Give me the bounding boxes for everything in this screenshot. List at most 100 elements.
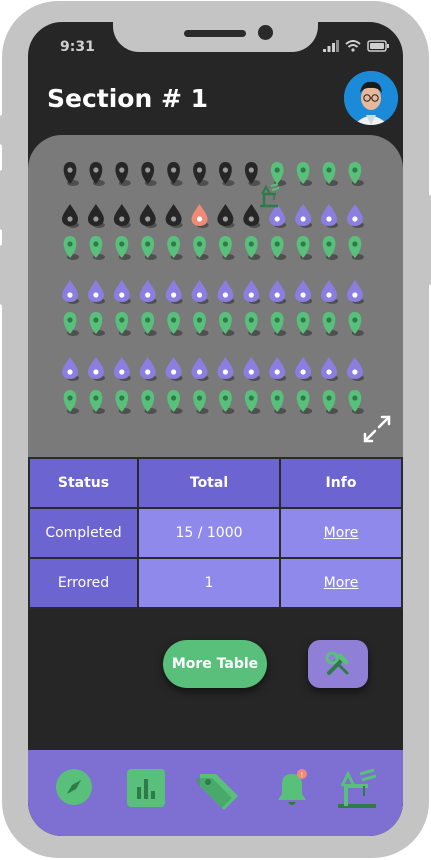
map-pin-icon[interactable]	[348, 162, 364, 186]
header-info: Info	[279, 457, 403, 509]
map-pin-icon[interactable]	[141, 312, 157, 336]
map-drop-icon[interactable]	[87, 357, 105, 381]
map-pin-icon[interactable]	[348, 312, 364, 336]
map-pin-icon[interactable]	[115, 236, 131, 260]
map-drop-icon[interactable]	[113, 280, 131, 304]
nav-compass[interactable]	[55, 768, 93, 810]
nav-construction[interactable]	[334, 768, 380, 814]
map-drop-icon[interactable]	[191, 357, 209, 381]
map-pin-icon[interactable]	[167, 312, 183, 336]
map-pin-icon[interactable]	[322, 236, 338, 260]
nav-notifications[interactable]: !	[272, 768, 312, 814]
status-table: Status Total Info Completed 15 / 1000 Mo…	[28, 457, 403, 609]
map-pin-icon[interactable]	[141, 162, 157, 186]
map-pin-icon[interactable]	[296, 312, 313, 336]
map-pin-icon[interactable]	[115, 312, 131, 336]
map-pin-icon[interactable]	[167, 162, 183, 186]
map-pin-icon[interactable]	[63, 390, 79, 414]
nav-tags[interactable]	[194, 768, 242, 816]
map-drop-icon[interactable]	[243, 357, 261, 381]
map-pin-icon[interactable]	[322, 312, 338, 336]
speaker-slot	[184, 30, 246, 37]
map-pin-icon[interactable]	[296, 236, 313, 260]
map-pin-icon[interactable]	[193, 390, 209, 414]
map-pin-icon[interactable]	[270, 390, 287, 414]
map-pin-icon[interactable]	[141, 390, 157, 414]
map-drop-icon[interactable]	[113, 204, 131, 228]
map-pin-icon[interactable]	[193, 312, 209, 336]
map-drop-icon[interactable]	[295, 357, 313, 381]
more-link[interactable]: More	[324, 525, 359, 541]
map-pin-icon[interactable]	[63, 236, 79, 260]
more-table-button[interactable]: More Table	[163, 640, 267, 688]
map-drop-icon[interactable]	[295, 280, 313, 304]
map-pin-icon[interactable]	[219, 162, 235, 186]
map-pin-icon[interactable]	[63, 312, 79, 336]
map-drop-icon[interactable]	[191, 280, 209, 304]
map-drop-icon[interactable]	[243, 280, 261, 304]
map-drop-icon[interactable]	[62, 204, 79, 228]
map-drop-icon[interactable]	[62, 280, 79, 304]
map-drop-icon[interactable]	[87, 204, 105, 228]
map-drop-icon[interactable]	[87, 280, 105, 304]
map-drop-icon[interactable]	[165, 357, 183, 381]
map-drop-icon[interactable]	[113, 357, 131, 381]
map-pin-icon[interactable]	[115, 390, 131, 414]
map-drop-icon[interactable]	[269, 357, 287, 381]
map-drop-icon[interactable]	[165, 204, 183, 228]
map-pin-icon[interactable]	[322, 390, 338, 414]
map-pin-icon[interactable]	[244, 390, 261, 414]
map-pin-icon[interactable]	[141, 236, 157, 260]
tools-button[interactable]	[308, 640, 368, 688]
side-button	[427, 195, 431, 285]
map-pin-icon[interactable]	[322, 162, 338, 186]
map-drop-icon[interactable]	[269, 280, 287, 304]
map-pin-icon[interactable]	[244, 312, 261, 336]
map-pin-icon[interactable]	[193, 162, 209, 186]
crane-marker-icon[interactable]	[256, 182, 282, 208]
map-pin-icon[interactable]	[219, 390, 235, 414]
phone-screen: 9:31 Section # 1 Status Total Info Compl…	[28, 22, 403, 836]
map-pin-icon[interactable]	[219, 236, 235, 260]
map-drop-icon[interactable]	[139, 280, 157, 304]
tools-icon	[325, 651, 349, 675]
map-pin-icon[interactable]	[270, 236, 287, 260]
map-pin-icon[interactable]	[89, 312, 105, 336]
map-pin-icon[interactable]	[270, 312, 287, 336]
map-pin-icon[interactable]	[296, 162, 313, 186]
map-pin-icon[interactable]	[348, 390, 364, 414]
map-pin-icon[interactable]	[244, 236, 261, 260]
expand-icon[interactable]	[361, 413, 393, 445]
map-drop-icon[interactable]	[321, 280, 338, 304]
map-pin-icon[interactable]	[89, 236, 105, 260]
map-drop-icon[interactable]	[191, 204, 209, 228]
map-drop-icon[interactable]	[139, 357, 157, 381]
map-drop-icon[interactable]	[217, 280, 235, 304]
map-pin-icon[interactable]	[63, 162, 79, 186]
map-pin-icon[interactable]	[89, 162, 105, 186]
map-drop-icon[interactable]	[295, 204, 313, 228]
map-pin-icon[interactable]	[89, 390, 105, 414]
map-pin-icon[interactable]	[296, 390, 313, 414]
status-icons	[323, 40, 389, 52]
map-pin-icon[interactable]	[193, 236, 209, 260]
map-drop-icon[interactable]	[346, 204, 364, 228]
map-drop-icon[interactable]	[321, 204, 338, 228]
map-drop-icon[interactable]	[217, 357, 235, 381]
map-drop-icon[interactable]	[139, 204, 157, 228]
map-drop-icon[interactable]	[217, 204, 235, 228]
avatar[interactable]	[344, 71, 398, 125]
map-drop-icon[interactable]	[346, 280, 364, 304]
map-drop-icon[interactable]	[165, 280, 183, 304]
bottom-nav: !	[28, 750, 403, 836]
more-link[interactable]: More	[324, 575, 359, 591]
map-pin-icon[interactable]	[167, 236, 183, 260]
map-pin-icon[interactable]	[219, 312, 235, 336]
map-drop-icon[interactable]	[346, 357, 364, 381]
map-pin-icon[interactable]	[348, 236, 364, 260]
nav-chart[interactable]	[126, 768, 166, 812]
map-drop-icon[interactable]	[321, 357, 338, 381]
map-pin-icon[interactable]	[115, 162, 131, 186]
map-drop-icon[interactable]	[62, 357, 79, 381]
map-pin-icon[interactable]	[167, 390, 183, 414]
